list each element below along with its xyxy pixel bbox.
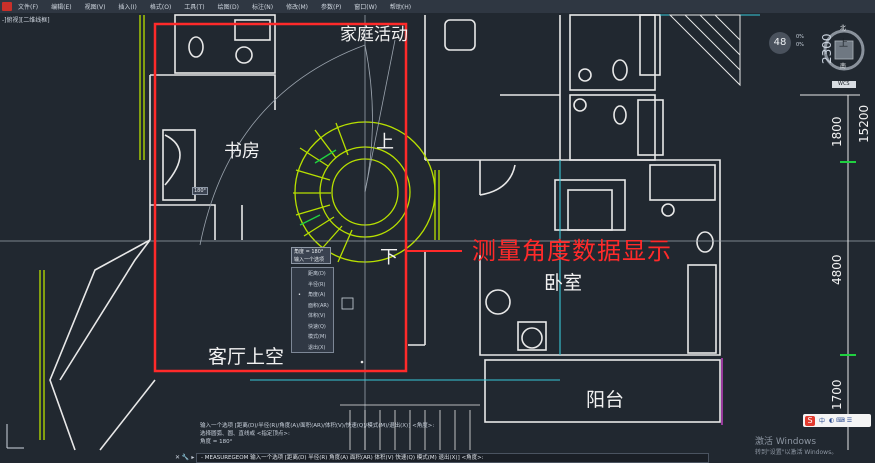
- annotation-measure-angle: 测量角度数据显示: [472, 237, 672, 265]
- label-stair-down: 下: [380, 247, 398, 268]
- measure-tooltip-prompt: 输入一个选项: [294, 257, 325, 263]
- label-study: 书房: [224, 141, 260, 162]
- menu-option-area[interactable]: 面积(AR): [292, 301, 333, 312]
- menu-bar: 文件(F) 编辑(E) 视图(V) 插入(I) 格式(O) 工具(T) 绘图(D…: [0, 0, 875, 13]
- menu-file[interactable]: 文件(F): [18, 2, 38, 11]
- command-line-input[interactable]: - MEASUREGEOM 输入一个选项 [距离(D) 半径(R) 角度(A) …: [196, 453, 709, 463]
- menu-option-volume[interactable]: 体积(V): [292, 311, 333, 322]
- app-logo-icon[interactable]: [2, 2, 12, 11]
- wcs-menu[interactable]: WCS: [838, 81, 850, 87]
- command-history: 输入一个选项 [距离(D)/半径(R)/角度(A)/面积(AR)/体积(V)/快…: [200, 422, 434, 446]
- dimension-15200: 15200: [857, 104, 871, 143]
- viewcube-options: 0% 0%: [796, 33, 804, 49]
- command-history-line-3: 角度 = 180°: [200, 439, 233, 445]
- viewcube-north[interactable]: 北: [840, 23, 846, 32]
- dimension-1800: 1800: [830, 116, 844, 147]
- menu-option-exit[interactable]: 退出(X): [292, 343, 333, 354]
- menu-tools[interactable]: 工具(T): [184, 2, 204, 11]
- dimension-1700: 1700: [830, 379, 844, 410]
- menu-option-radius[interactable]: 半径(R): [292, 280, 333, 291]
- menu-modify[interactable]: 修改(M): [286, 2, 308, 11]
- label-balcony: 阳台: [586, 389, 625, 411]
- menu-option-quick[interactable]: 快速(Q): [292, 322, 333, 333]
- menu-parametric[interactable]: 参数(P): [321, 2, 341, 11]
- ime-tools-icon[interactable]: ◐ ⌨ ☰: [829, 417, 852, 424]
- menu-option-mode[interactable]: 模式(M): [292, 332, 333, 343]
- command-history-line-1: 输入一个选项 [距离(D)/半径(R)/角度(A)/面积(AR)/体积(V)/快…: [200, 423, 435, 429]
- drawing-canvas[interactable]: [0, 13, 875, 463]
- menu-edit[interactable]: 编辑(E): [51, 2, 71, 11]
- measure-tooltip-value: 角度 = 180°: [294, 249, 324, 255]
- menu-option-angle[interactable]: 角度(A): [292, 290, 333, 301]
- label-living-void: 客厅上空: [208, 346, 285, 368]
- windows-activate-hint: 转到"设置"以激活 Windows。: [755, 449, 838, 456]
- measure-tooltip: 角度 = 180° 输入一个选项: [291, 247, 331, 264]
- menu-help[interactable]: 帮助(H): [390, 2, 411, 11]
- label-stair-up: 上: [376, 132, 394, 153]
- command-line-icons[interactable]: ✕ 🔧 ▸: [175, 454, 194, 461]
- menu-window[interactable]: 窗口(W): [354, 2, 377, 11]
- windows-activate-title: 激活 Windows: [755, 437, 817, 447]
- ucs-icon: [6, 424, 24, 449]
- label-family-activity: 家庭活动: [340, 25, 408, 45]
- viewcube-opt-2: 0%: [796, 42, 804, 48]
- menu-draw[interactable]: 绘图(D): [218, 2, 239, 11]
- angle-tag: 180°: [192, 187, 209, 195]
- measure-options-menu: 距离(D) 半径(R) 角度(A) 面积(AR) 体积(V) 快速(Q) 模式(…: [291, 267, 334, 353]
- label-bedroom: 卧室: [544, 272, 583, 294]
- menu-view[interactable]: 视图(V): [85, 2, 106, 11]
- menu-option-distance[interactable]: 距离(D): [292, 269, 333, 280]
- ime-logo-icon[interactable]: S: [805, 415, 815, 426]
- viewcube-top-face[interactable]: 上: [839, 36, 848, 49]
- viewcube-opt-1: 0%: [796, 34, 804, 40]
- dimension-4800: 4800: [830, 254, 844, 285]
- menu-format[interactable]: 格式(O): [150, 2, 171, 11]
- zoom-indicator[interactable]: 48: [769, 32, 791, 54]
- dimension-2300: 2300: [820, 33, 834, 64]
- menu-dimension[interactable]: 标注(N): [252, 2, 273, 11]
- ime-toolbar[interactable]: S 中 ◐ ⌨ ☰: [803, 414, 871, 427]
- ime-language[interactable]: 中: [819, 416, 825, 425]
- command-history-line-2: 选择圆弧、圆、直线或 <指定顶点>:: [200, 431, 290, 437]
- viewcube-south[interactable]: 南: [840, 61, 846, 70]
- menu-insert[interactable]: 插入(I): [118, 2, 136, 11]
